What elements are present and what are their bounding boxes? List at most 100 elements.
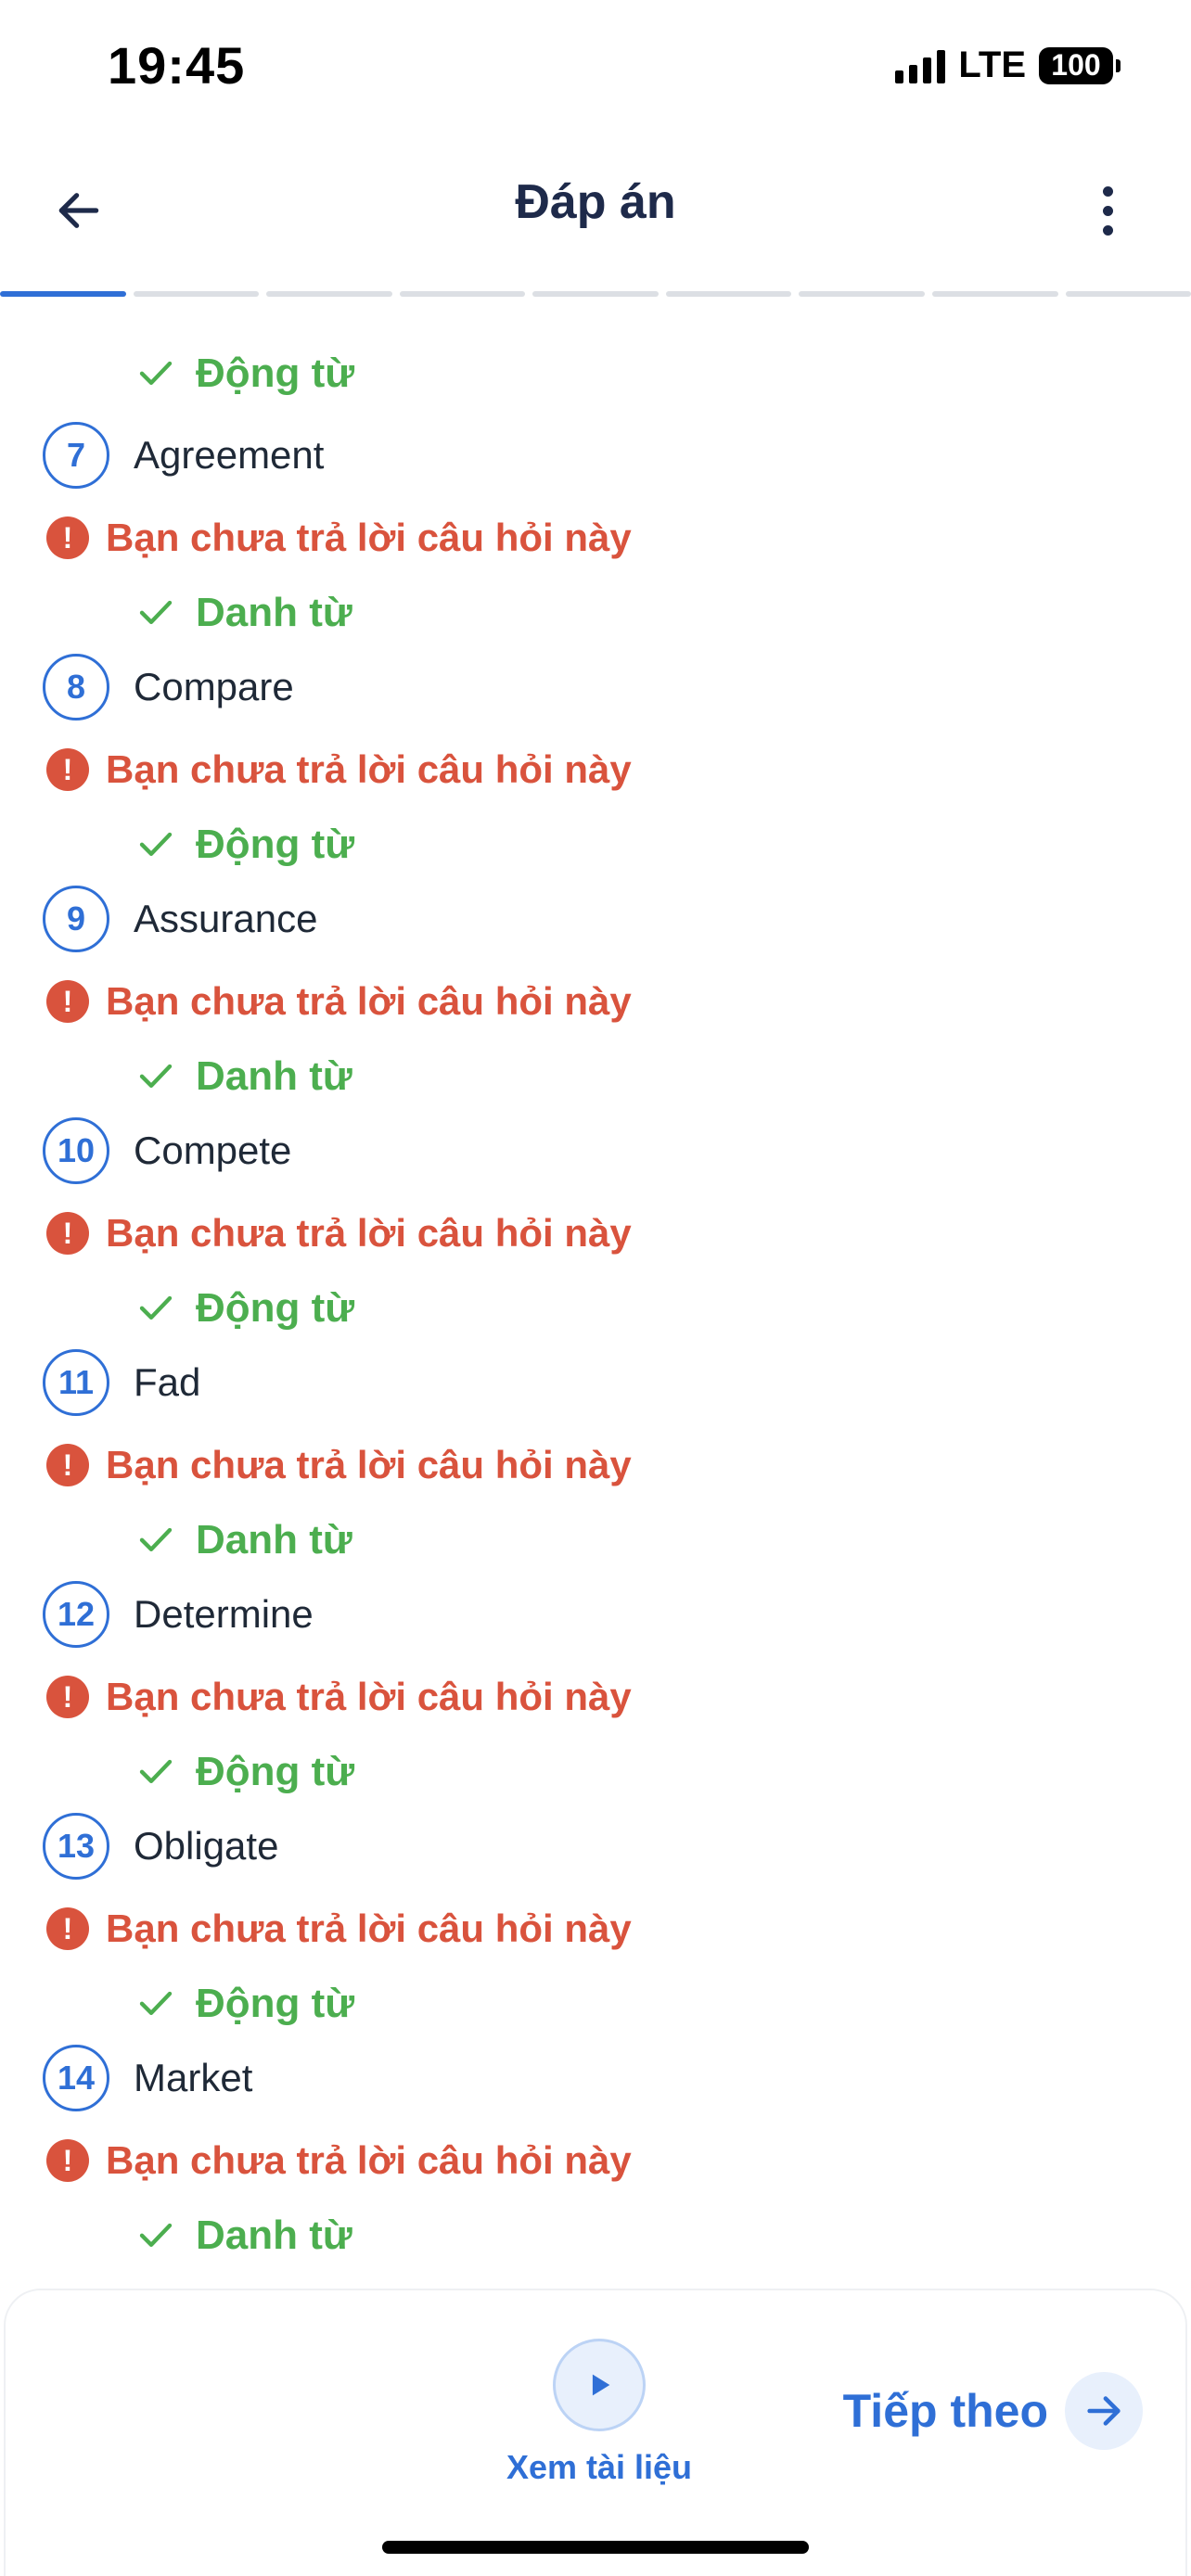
unanswered-message: ! Bạn chưa trả lời câu hỏi này <box>46 742 632 797</box>
question-number: 11 <box>43 1349 109 1416</box>
exclamation-icon: ! <box>46 2139 89 2182</box>
question-header: 10 Compete <box>43 1116 291 1185</box>
check-icon <box>139 832 173 856</box>
question-item: 11 Fad! Bạn chưa trả lời câu hỏi này Danh t… <box>0 1345 1191 1576</box>
question-header: 14 Market <box>43 2044 252 2112</box>
progress-segment <box>1065 291 1191 297</box>
correct-answer-text: Danh từ <box>196 590 352 635</box>
status-indicators: LTE 100 <box>895 45 1121 86</box>
exclamation-icon: ! <box>46 1676 89 1718</box>
question-header: 11 Fad <box>43 1348 200 1417</box>
progress-indicator <box>0 291 1191 297</box>
correct-answer-text: Danh từ <box>196 1053 352 1099</box>
exclamation-icon: ! <box>46 1212 89 1255</box>
play-button[interactable] <box>553 2339 646 2431</box>
question-word: Compare <box>134 665 294 708</box>
question-item: 7 Agreement! Bạn chưa trả lời câu hỏi này D… <box>0 417 1191 649</box>
view-document-button[interactable]: Xem tài liệu <box>497 2339 701 2487</box>
question-number: 10 <box>43 1117 109 1184</box>
correct-answer: Động từ <box>0 1732 1191 1816</box>
correct-answer-text: Danh từ <box>196 1517 352 1562</box>
correct-answer: Danh từ <box>0 573 1191 657</box>
unanswered-message: ! Bạn chưa trả lời câu hỏi này <box>46 1205 632 1261</box>
correct-answer-text: Động từ <box>196 351 355 396</box>
progress-segment <box>931 291 1058 297</box>
unanswered-text: Bạn chưa trả lời câu hỏi này <box>106 516 632 559</box>
question-header: 7 Agreement <box>43 421 324 490</box>
check-icon <box>139 1064 173 1088</box>
battery-level: 100 <box>1051 48 1101 82</box>
answer-list: Động từ 7 Agreement! Bạn chưa trả lời câu … <box>0 334 1191 2272</box>
question-header: 9 Assurance <box>43 885 317 953</box>
next-circle[interactable] <box>1065 2372 1143 2450</box>
progress-segment <box>266 291 392 297</box>
correct-answer-text: Động từ <box>196 1981 355 2026</box>
exclamation-icon: ! <box>46 516 89 559</box>
question-word: Market <box>134 2056 253 2099</box>
correct-answer: Động từ <box>0 1269 1191 1352</box>
next-button[interactable]: Tiếp theo <box>843 2372 1143 2450</box>
question-item: 12 Determine! Bạn chưa trả lời câu hỏi này… <box>0 1576 1191 1808</box>
progress-segment <box>532 291 659 297</box>
unanswered-message: ! Bạn chưa trả lời câu hỏi này <box>46 974 632 1029</box>
correct-answer-text: Động từ <box>196 1285 355 1331</box>
check-icon <box>139 1295 173 1320</box>
next-label: Tiếp theo <box>842 2385 1048 2437</box>
question-item: 8 Compare! Bạn chưa trả lời câu hỏi này Độn… <box>0 649 1191 881</box>
signal-icon <box>895 48 946 83</box>
check-icon <box>139 1527 173 1551</box>
play-icon <box>592 2374 610 2396</box>
correct-answer: Động từ <box>0 805 1191 888</box>
unanswered-text: Bạn chưa trả lời câu hỏi này <box>106 2138 632 2182</box>
home-indicator <box>382 2541 809 2554</box>
check-icon <box>139 600 173 624</box>
correct-answer-text: Danh từ <box>196 2213 352 2258</box>
question-number: 8 <box>43 654 109 721</box>
unanswered-message: ! Bạn chưa trả lời câu hỏi này <box>46 1669 632 1725</box>
progress-segment <box>0 291 126 297</box>
battery-icon: 100 <box>1039 46 1121 84</box>
question-word: Assurance <box>134 897 318 940</box>
check-icon <box>139 1991 173 2015</box>
unanswered-text: Bạn chưa trả lời câu hỏi này <box>106 1443 632 1486</box>
question-number: 12 <box>43 1581 109 1648</box>
question-item: 9 Assurance ! Bạn chưa trả lời câu hỏi này D… <box>0 881 1191 1113</box>
question-word: Compete <box>134 1129 292 1172</box>
correct-answer: Danh từ <box>0 2196 1191 2279</box>
correct-answer: Danh từ <box>0 1037 1191 1120</box>
unanswered-message: ! Bạn chưa trả lời câu hỏi này <box>46 1901 632 1957</box>
question-item: 10 Compete! Bạn chưa trả lời câu hỏi này Độ… <box>0 1113 1191 1345</box>
more-button[interactable] <box>1089 178 1126 243</box>
question-header: 8 Compare <box>43 653 294 721</box>
question-word: Agreement <box>134 433 325 477</box>
question-number: 14 <box>43 2045 109 2111</box>
exclamation-icon: ! <box>46 748 89 791</box>
question-word: Fad <box>134 1360 201 1404</box>
nav-bar: Đáp án <box>0 148 1191 269</box>
unanswered-message: ! Bạn chưa trả lời câu hỏi này <box>46 510 632 566</box>
question-header: 13 Obligate <box>43 1812 278 1881</box>
unanswered-text: Bạn chưa trả lời câu hỏi này <box>106 1211 632 1255</box>
view-document-label: Xem tài liệu <box>506 2448 693 2486</box>
check-icon <box>139 1759 173 1783</box>
exclamation-icon: ! <box>46 1444 89 1486</box>
question-header: 12 Determine <box>43 1580 314 1649</box>
question-number: 9 <box>43 886 109 952</box>
more-vertical-icon <box>1102 185 1113 197</box>
check-icon <box>139 2223 173 2247</box>
network-label: LTE <box>958 45 1026 85</box>
arrow-right-icon <box>1087 2396 1121 2426</box>
check-icon <box>139 361 173 385</box>
correct-answer: Danh từ <box>0 1500 1191 1584</box>
question-word: Obligate <box>134 1824 279 1868</box>
progress-segment <box>665 291 792 297</box>
question-number: 13 <box>43 1813 109 1880</box>
correct-answer: Động từ <box>0 1964 1191 2047</box>
unanswered-text: Bạn chưa trả lời câu hỏi này <box>106 1675 632 1718</box>
question-word: Determine <box>134 1592 314 1636</box>
correct-answer: Động từ <box>0 334 1191 417</box>
exclamation-icon: ! <box>46 980 89 1023</box>
bottom-action-bar: Xem tài liệu Tiếp theo <box>4 2289 1187 2576</box>
correct-answer-text: Động từ <box>196 1749 355 1794</box>
page-title: Đáp án <box>515 175 676 229</box>
